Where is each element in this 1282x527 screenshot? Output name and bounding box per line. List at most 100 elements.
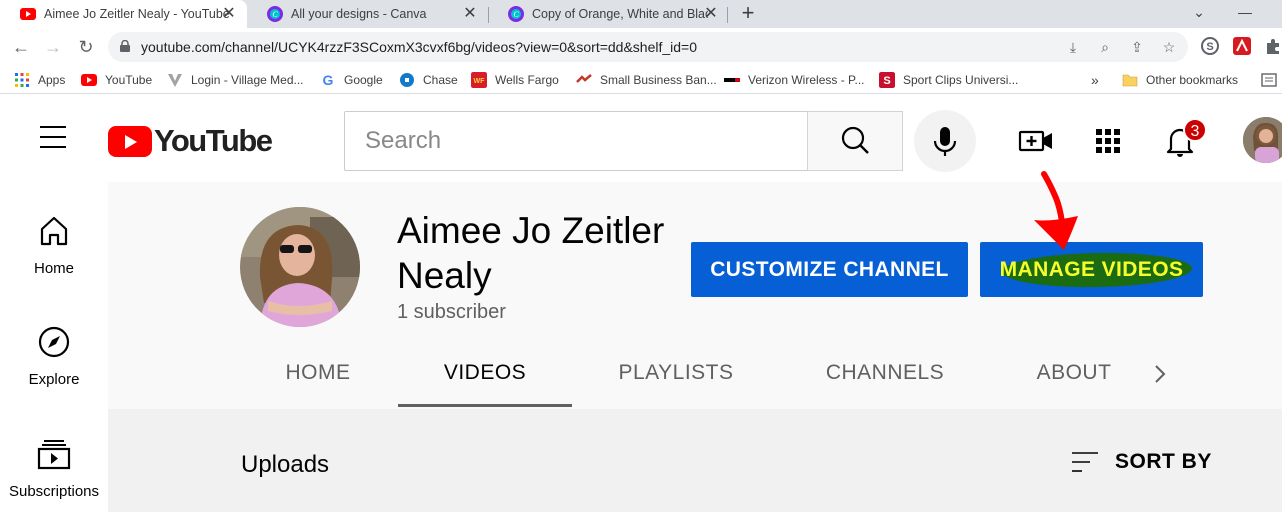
chevron-right-icon[interactable] [1148,362,1172,386]
svg-text:S: S [883,75,890,87]
bookmark-wells-fargo[interactable]: WF Wells Fargo [471,66,559,94]
hamburger-menu-icon[interactable] [38,126,68,150]
tab-close-icon[interactable]: ✕ [220,5,238,23]
apps-grid-icon[interactable] [1090,123,1126,159]
guide-item-home[interactable]: Home [0,214,108,304]
channel-avatar [240,207,360,327]
channel-name: Aimee Jo Zeitler Nealy [397,210,665,296]
bookmark-label: Other bookmarks [1146,73,1239,87]
bookmark-label: Chase [423,73,458,87]
create-video-icon[interactable] [1018,123,1054,159]
tab-separator [727,7,728,23]
svg-text:S: S [1206,41,1213,53]
tab-videos[interactable]: VIDEOS [398,342,572,409]
compass-icon [38,326,70,358]
browser-tab-youtube[interactable]: Aimee Jo Zeitler Nealy - YouTube ✕ [0,0,247,28]
red-arrow-annotation [1034,171,1078,250]
youtube-icon [81,74,97,86]
bank-icon [576,74,592,83]
account-avatar[interactable] [1243,117,1282,163]
channel-tabs: HOME VIDEOS PLAYLISTS CHANNELS ABOUT [108,342,1282,409]
bookmark-small-business[interactable]: Small Business Ban... [576,66,717,94]
new-tab-button[interactable]: + [737,2,759,24]
tab-close-icon[interactable]: ✕ [461,5,479,23]
tab-playlists[interactable]: PLAYLISTS [606,342,746,409]
sport-clips-icon: S [879,72,895,88]
bookmarks-bar: Apps YouTube Login - Village Med... G Go… [0,66,1282,94]
address-bar[interactable]: youtube.com/channel/UCYK4rzzF3SCoxmX3cvx… [108,32,1188,62]
bookmark-verizon[interactable]: Verizon Wireless - P... [724,66,864,94]
bookmark-apps[interactable]: Apps [14,66,65,94]
reload-icon[interactable]: ↻ [75,36,97,58]
browser-tab-canva-copy[interactable]: C Copy of Orange, White and Black ✕ [488,0,729,28]
browser-tab-strip: Aimee Jo Zeitler Nealy - YouTube ✕ C All… [0,0,1282,28]
verizon-icon [724,78,740,82]
guide-label: Home [33,260,74,277]
uploads-section-title: Uploads [241,451,330,478]
tab-title: Aimee Jo Zeitler Nealy - YouTube [44,7,230,21]
svg-text:WF: WF [474,78,486,85]
bookmark-label: Google [344,73,383,87]
search-icon [841,126,869,154]
bookmark-label: Login - Village Med... [191,73,304,87]
customize-channel-button[interactable]: CUSTOMIZE CHANNEL [691,242,968,297]
tab-about[interactable]: ABOUT [1028,342,1120,409]
youtube-favicon-icon [20,8,36,20]
bookmark-label: Apps [38,73,66,87]
channel-header: Aimee Jo Zeitler Nealy 1 subscriber CUST… [108,182,1282,409]
bookmark-google[interactable]: G Google [320,66,383,94]
bookmark-chase[interactable]: Chase [399,66,458,94]
guide-label: Subscriptions [8,483,100,500]
youtube-wordmark: YouTube [154,123,273,158]
tab-channels[interactable]: CHANNELS [814,342,956,409]
videos-content: Uploads SORT BY [108,409,1282,512]
search-input[interactable] [363,126,783,156]
bookmark-sport-clips[interactable]: S Sport Clips Universi... [879,66,1018,94]
youtube-logo[interactable]: YouTube [108,123,273,158]
tab-close-icon[interactable]: ✕ [702,5,720,23]
bookmark-label: Sport Clips Universi... [903,73,1019,87]
forward-arrow-icon[interactable]: → [42,36,64,58]
install-app-icon[interactable]: ⤓ [1064,38,1082,56]
folder-icon [1122,74,1138,87]
guide-item-subscriptions[interactable]: Subscriptions [0,437,108,527]
voice-search-button[interactable] [914,110,976,172]
browser-tab-canva[interactable]: C All your designs - Canva ✕ [247,0,488,28]
sort-by-button[interactable]: SORT BY [1071,447,1212,477]
tab-home[interactable]: HOME [268,342,368,409]
lock-icon [120,40,130,52]
wells-fargo-icon: WF [471,72,487,88]
adobe-pdf-extension-icon[interactable] [1233,37,1251,55]
canva-favicon-icon: C [267,6,283,22]
back-arrow-icon[interactable]: ← [10,36,32,58]
bookmark-village-medical[interactable]: Login - Village Med... [167,66,304,94]
subscriber-count: 1 subscriber [397,301,506,323]
bookmark-label: YouTube [105,73,153,87]
left-guide: Home Explore Subscriptions [0,182,108,512]
svg-text:G: G [323,72,334,88]
browser-toolbar: ← → ↻ youtube.com/channel/UCYK4rzzF3SCox… [0,28,1282,66]
village-medical-icon [168,74,182,87]
search-box [344,111,808,171]
bookmark-star-icon[interactable]: ☆ [1160,38,1178,56]
home-icon [40,216,68,246]
extensions-puzzle-icon[interactable] [1264,37,1282,55]
tab-search-chevron-icon[interactable]: ⌄ [1176,0,1222,28]
bookmark-label: Wells Fargo [495,73,559,87]
reading-list-icon[interactable] [1261,66,1277,94]
skype-extension-icon[interactable]: S [1201,37,1219,55]
zoom-icon[interactable]: ⌕ [1096,38,1114,56]
share-icon[interactable]: ⇪ [1128,38,1146,56]
more-bookmarks-chevron[interactable]: » [1091,66,1099,94]
search-button[interactable] [807,111,903,171]
guide-item-explore[interactable]: Explore [0,325,108,415]
minimize-window-button[interactable]: — [1222,0,1268,28]
bookmark-label: Small Business Ban... [600,73,717,87]
bookmark-other[interactable]: Other bookmarks [1122,66,1238,94]
microphone-icon [933,127,957,156]
active-tab-indicator [398,404,572,407]
canva-favicon-icon: C [508,6,524,22]
bookmark-youtube[interactable]: YouTube [81,66,152,94]
tab-label: VIDEOS [443,361,527,384]
svg-text:C: C [272,10,278,19]
